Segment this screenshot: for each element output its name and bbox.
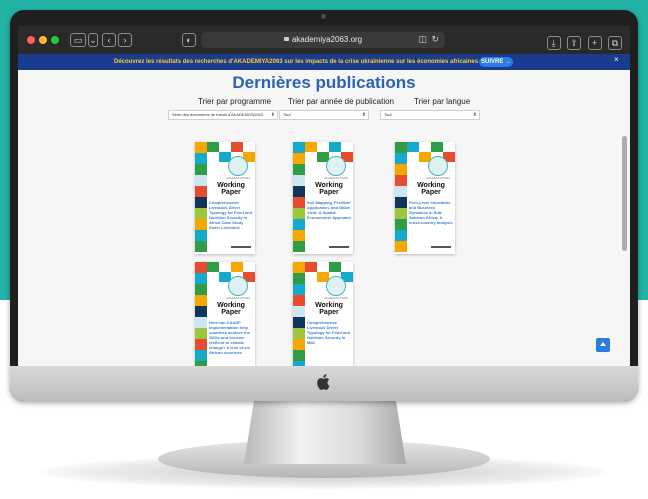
card-description: Comprehensive Livestock Driver Typology …	[307, 320, 351, 345]
card-org: AKADEMIYA2063	[426, 176, 450, 180]
page-scrollbar[interactable]	[622, 136, 627, 251]
card-org: AKADEMIYA2063	[324, 296, 348, 300]
language-select[interactable]: Tout ⬍	[380, 110, 480, 120]
share-icon[interactable]: ⇪	[567, 36, 582, 50]
minimize-window-button[interactable]	[39, 36, 47, 44]
card-description: How can CAADP implementation help countr…	[209, 320, 250, 355]
chevron-up-icon	[600, 342, 606, 346]
akademiya-logo-icon	[228, 156, 248, 176]
camera-dot	[321, 14, 326, 19]
close-banner-button[interactable]: ×	[614, 54, 619, 66]
lock-icon	[283, 37, 289, 41]
publication-card[interactable]: AKADEMIYA2063 Working Paper Comprehensiv…	[195, 142, 255, 254]
filter-label-year: Trier par année de publication	[288, 97, 394, 106]
select-arrow-icon: ⬍	[270, 112, 275, 118]
card-title: Working Paper	[315, 182, 343, 196]
programme-select[interactable]: Série des documents de travail d'AKADEMI…	[168, 110, 278, 120]
language-select-value: Tout	[384, 112, 392, 117]
card-org: AKADEMIYA2063	[324, 176, 348, 180]
publication-card[interactable]: AKADEMIYA2063 Working Paper Firm-Level I…	[395, 142, 455, 254]
reader-icon[interactable]: ◫	[418, 34, 427, 45]
card-footer	[431, 246, 451, 248]
publication-card[interactable]: AKADEMIYA2063 Working Paper How can CAAD…	[195, 262, 255, 366]
publication-card[interactable]: AKADEMIYA2063 Working Paper Comprehensiv…	[293, 262, 353, 366]
shield-icon[interactable]: ◐	[182, 33, 196, 47]
chevron-down-icon[interactable]: ⌄	[88, 33, 98, 47]
download-icon[interactable]: ⤓	[546, 36, 561, 50]
address-bar[interactable]: akademiya2063.org ◫ ↻	[201, 32, 445, 48]
card-org: AKADEMIYA2063	[226, 296, 250, 300]
banner-text: Découvrez les résultats des recherches d…	[114, 59, 479, 65]
url-value: akademiya2063.org	[291, 35, 363, 44]
back-icon[interactable]: ‹	[102, 33, 116, 47]
select-arrow-icon: ⬍	[472, 112, 477, 118]
card-title: Working Paper	[315, 302, 343, 316]
card-description: Soil Mapping, Fertilizer Application, an…	[307, 200, 351, 220]
year-select-value: Tout	[283, 112, 291, 117]
card-footer	[329, 246, 349, 248]
card-footer	[231, 246, 251, 248]
url-text: akademiya2063.org	[201, 32, 445, 48]
back-to-top-button[interactable]	[596, 338, 610, 352]
announcement-banner: Découvrez les résultats des recherches d…	[18, 54, 630, 70]
year-select[interactable]: Tout ⬍	[279, 110, 369, 120]
forward-icon[interactable]: ›	[118, 33, 132, 47]
akademiya-logo-icon	[326, 276, 346, 296]
browser-toolbar: ▭ ⌄ ‹ › ◐ akademiya2063.org ◫ ↻ ⤓ ⇪ + ⧉	[18, 26, 630, 54]
toolbar-right-buttons: ⤓ ⇪ + ⧉	[545, 33, 622, 51]
akademiya-logo-icon	[428, 156, 448, 176]
reload-icon[interactable]: ↻	[431, 34, 439, 45]
publication-card[interactable]: AKADEMIYA2063 Working Paper Soil Mapping…	[293, 142, 353, 254]
akademiya-logo-icon	[326, 156, 346, 176]
card-description: Firm-Level Innovation and Business Dynam…	[409, 200, 453, 225]
tabs-icon[interactable]: ⧉	[608, 36, 622, 50]
select-arrow-icon: ⬍	[361, 112, 366, 118]
programme-select-value: Série des documents de travail d'AKADEMI…	[172, 112, 263, 117]
filter-label-language: Trier par langue	[414, 97, 471, 106]
page-title: Dernières publications	[232, 73, 416, 92]
close-window-button[interactable]	[27, 36, 35, 44]
akademiya-logo-icon	[228, 276, 248, 296]
card-description: Comprehensive Livestock Driver Typology …	[209, 200, 253, 230]
new-tab-icon[interactable]: +	[587, 36, 602, 50]
browser-window: ▭ ⌄ ‹ › ◐ akademiya2063.org ◫ ↻ ⤓ ⇪ + ⧉ …	[18, 26, 630, 366]
filter-label-programme: Trier par programme	[198, 97, 272, 106]
zoom-window-button[interactable]	[51, 36, 59, 44]
apple-logo-icon	[317, 374, 330, 390]
card-title: Working Paper	[417, 182, 445, 196]
card-title: Working Paper	[217, 302, 245, 316]
sidebar-icon[interactable]: ▭	[70, 33, 86, 47]
card-org: AKADEMIYA2063	[226, 176, 250, 180]
card-title: Working Paper	[217, 182, 245, 196]
follow-button[interactable]: SUIVRE →	[479, 57, 513, 67]
